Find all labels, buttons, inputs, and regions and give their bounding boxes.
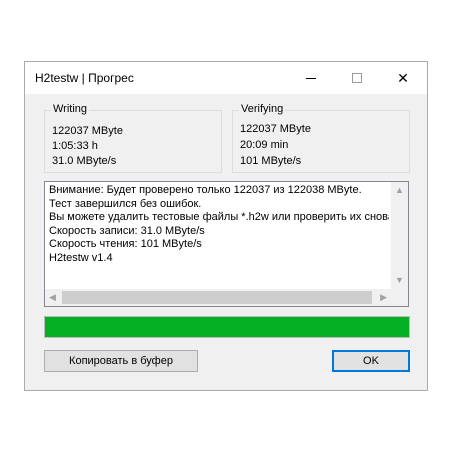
log-line: Скорость записи: 31.0 MByte/s	[49, 224, 205, 237]
close-button[interactable]: ✕	[380, 62, 426, 94]
scroll-up-icon[interactable]: ▲	[395, 186, 404, 195]
title-bar[interactable]: H2testw | Прогрес ✕	[25, 62, 427, 94]
verifying-time: 20:09 min	[240, 139, 289, 151]
writing-group: Writing 122037 MByte 1:05:33 h 31.0 MByt…	[44, 103, 222, 173]
verifying-speed: 101 MByte/s	[240, 155, 302, 167]
progress-window: H2testw | Прогрес ✕ Writing 122037 MByte…	[24, 61, 428, 391]
scrollbar-corner	[391, 289, 408, 306]
copy-to-clipboard-button[interactable]: Копировать в буфер	[44, 350, 198, 372]
verifying-group: Verifying 122037 MByte 20:09 min 101 MBy…	[232, 103, 410, 173]
writing-time: 1:05:33 h	[52, 140, 98, 152]
maximize-icon	[352, 73, 362, 83]
vertical-scrollbar[interactable]: ▲ ▼	[391, 182, 408, 289]
log-line: Тест завершился без ошибок.	[49, 197, 202, 210]
verifying-size: 122037 MByte	[240, 123, 311, 135]
log-line: H2testw v1.4	[49, 251, 113, 264]
verifying-label: Verifying	[239, 103, 286, 115]
ok-button[interactable]: OK	[332, 350, 410, 372]
minimize-button[interactable]	[288, 62, 334, 94]
log-line: Внимание: Будет проверено только 122037 …	[49, 184, 362, 196]
scroll-left-icon[interactable]: ◀	[49, 293, 56, 302]
log-textbox[interactable]: Внимание: Будет проверено только 122037 …	[44, 181, 409, 307]
writing-label: Writing	[51, 103, 90, 115]
horizontal-scroll-thumb[interactable]	[62, 291, 372, 304]
close-icon: ✕	[397, 69, 409, 86]
progress-bar	[44, 316, 410, 338]
log-text: Внимание: Будет проверено только 122037 …	[49, 184, 389, 266]
log-line: Скорость чтения: 101 MByte/s	[49, 238, 202, 251]
writing-speed: 31.0 MByte/s	[52, 155, 117, 167]
log-line: Вы можете удалить тестовые файлы *.h2w и…	[49, 211, 389, 224]
window-title: H2testw | Прогрес	[35, 71, 134, 85]
maximize-button[interactable]	[334, 62, 380, 94]
minimize-icon	[306, 77, 316, 79]
scroll-right-icon[interactable]: ▶	[380, 293, 387, 302]
writing-size: 122037 MByte	[52, 125, 123, 137]
horizontal-scrollbar[interactable]: ◀ ▶	[45, 289, 391, 306]
progress-fill	[45, 317, 409, 337]
scroll-down-icon[interactable]: ▼	[395, 276, 404, 285]
